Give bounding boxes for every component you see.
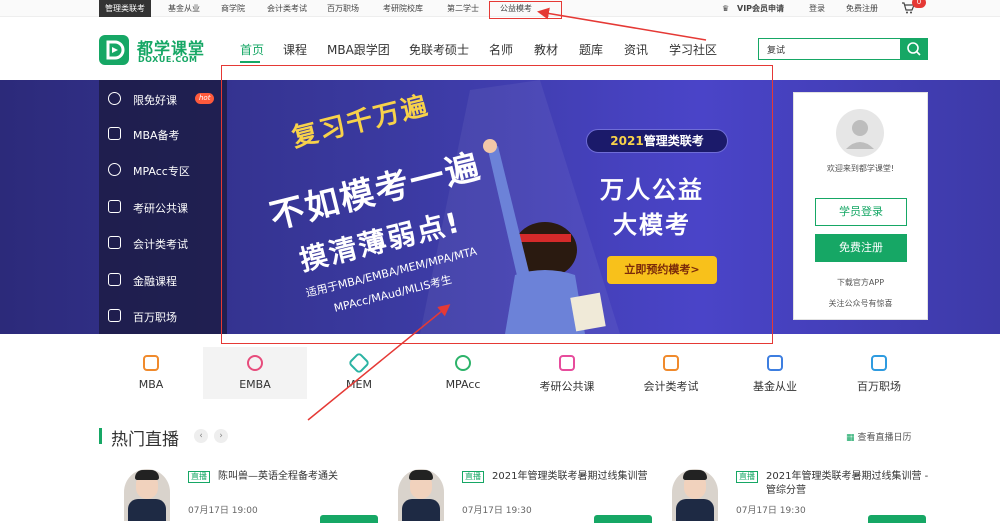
live-section-title: 热门直播 (111, 430, 179, 450)
live-card-button[interactable] (320, 515, 378, 523)
live-badge: 直播 (736, 471, 758, 483)
live-card[interactable]: 直播 2021年管理类联考暑期过线集训营 - 管综分营 07月17日 19:30 (672, 460, 942, 523)
next-arrow-icon[interactable]: › (214, 429, 228, 443)
teacher-photo (124, 469, 170, 521)
live-calendar-link[interactable]: ▦ 查看直播日历 (846, 430, 912, 443)
category-label: EMBA (239, 378, 271, 391)
nav-home[interactable]: 首页 (240, 41, 264, 58)
category-accounting[interactable]: 会计类考试 (619, 347, 723, 399)
nav-question-bank[interactable]: 题库 (579, 41, 603, 58)
book-icon (663, 355, 679, 371)
topbar-link-business-school[interactable]: 商学院 (215, 0, 251, 17)
category-public-course[interactable]: 考研公共课 (515, 347, 619, 399)
teacher-photo (672, 469, 718, 521)
live-card-button[interactable] (594, 515, 652, 523)
cart-count-badge: 0 (912, 0, 926, 8)
student-login-button[interactable]: 学员登录 (815, 198, 907, 226)
copyright-icon (455, 355, 471, 371)
live-calendar-label: 查看直播日历 (857, 433, 912, 443)
live-card-time: 07月17日 19:30 (736, 506, 806, 516)
category-label: 考研公共课 (539, 380, 595, 393)
topbar-link-second-degree[interactable]: 第二学士 (441, 0, 485, 17)
nav-textbooks[interactable]: 教材 (534, 41, 558, 58)
topbar-link-school-db[interactable]: 考研院校库 (377, 0, 429, 17)
layers-icon (347, 351, 371, 375)
vip-link[interactable]: VIP会员申请 (737, 0, 784, 17)
section-marker (99, 428, 102, 444)
teacher-photo (398, 469, 444, 521)
live-card-button[interactable] (868, 515, 926, 523)
chart-icon (767, 355, 783, 371)
nav-community[interactable]: 学习社区 (669, 41, 717, 58)
category-mem[interactable]: MEM (307, 347, 411, 399)
nav-news[interactable]: 资讯 (624, 41, 648, 58)
logo-icon[interactable] (99, 35, 129, 65)
calendar-icon: ▦ (846, 433, 855, 443)
topbar-link-fund[interactable]: 基金从业 (162, 0, 206, 17)
category-career[interactable]: 百万职场 (827, 347, 931, 399)
annotation-box-banner (221, 65, 773, 344)
live-badge: 直播 (462, 471, 484, 483)
live-card-time: 07月17日 19:30 (462, 506, 532, 516)
live-badge: 直播 (188, 471, 210, 483)
category-label: MPAcc (445, 378, 481, 391)
category-emba[interactable]: EMBA (203, 347, 307, 399)
avatar (836, 109, 884, 157)
login-link[interactable]: 登录 (809, 0, 825, 17)
category-mpacc[interactable]: MPAcc (411, 347, 515, 399)
follow-account-link[interactable]: 关注公众号有惊喜 (793, 298, 928, 309)
register-link[interactable]: 免费注册 (846, 0, 878, 17)
nav-active-indicator (240, 61, 260, 63)
live-card[interactable]: 直播 2021年管理类联考暑期过线集训营 07月17日 19:30 (398, 460, 668, 523)
search-value: 复试 (767, 46, 786, 56)
search-icon (907, 42, 921, 56)
topbar-link-management[interactable]: 管理类联考 (99, 0, 151, 17)
topbar-link-career[interactable]: 百万职场 (321, 0, 365, 17)
category-label: 基金从业 (753, 380, 797, 393)
nav-mba-group[interactable]: MBA跟学团 (327, 41, 390, 58)
free-register-button[interactable]: 免费注册 (815, 234, 907, 262)
live-card-title[interactable]: 陈叫兽—英语全程备考通关 (218, 470, 388, 484)
prev-arrow-icon[interactable]: ‹ (194, 429, 208, 443)
category-label: 会计类考试 (643, 380, 699, 393)
category-mba[interactable]: MBA (99, 347, 203, 399)
nav-courses[interactable]: 课程 (283, 41, 307, 58)
download-app-link[interactable]: 下载官方APP (793, 277, 928, 288)
category-fund[interactable]: 基金从业 (723, 347, 827, 399)
category-label: 百万职场 (857, 380, 901, 393)
monitor-icon (559, 355, 575, 371)
topbar-link-accounting[interactable]: 会计类考试 (261, 0, 313, 17)
briefcase-icon (871, 355, 887, 371)
annotation-box-topbar (489, 1, 562, 19)
vip-crown-icon: ♛ (722, 4, 730, 13)
live-card-title[interactable]: 2021年管理类联考暑期过线集训营 - 管综分营 (766, 470, 936, 498)
live-card-title[interactable]: 2021年管理类联考暑期过线集训营 (492, 470, 662, 484)
live-card-time: 07月17日 19:00 (188, 506, 258, 516)
search-button[interactable] (900, 38, 928, 60)
nav-no-exam-master[interactable]: 免联考硕士 (409, 41, 469, 58)
category-label: MBA (138, 378, 164, 391)
person-icon (247, 355, 263, 371)
book-icon (143, 355, 159, 371)
welcome-text: 欢迎来到都学课堂! (826, 164, 895, 173)
category-strip: MBA EMBA MEM MPAcc 考研公共课 会计类考试 基金从业 百万职场 (99, 347, 928, 399)
logo-domain: DOXUE.COM (138, 55, 198, 64)
live-card[interactable]: 直播 陈叫兽—英语全程备考通关 07月17日 19:00 (124, 460, 394, 523)
category-label: MEM (346, 378, 372, 391)
nav-teachers[interactable]: 名师 (489, 41, 513, 58)
